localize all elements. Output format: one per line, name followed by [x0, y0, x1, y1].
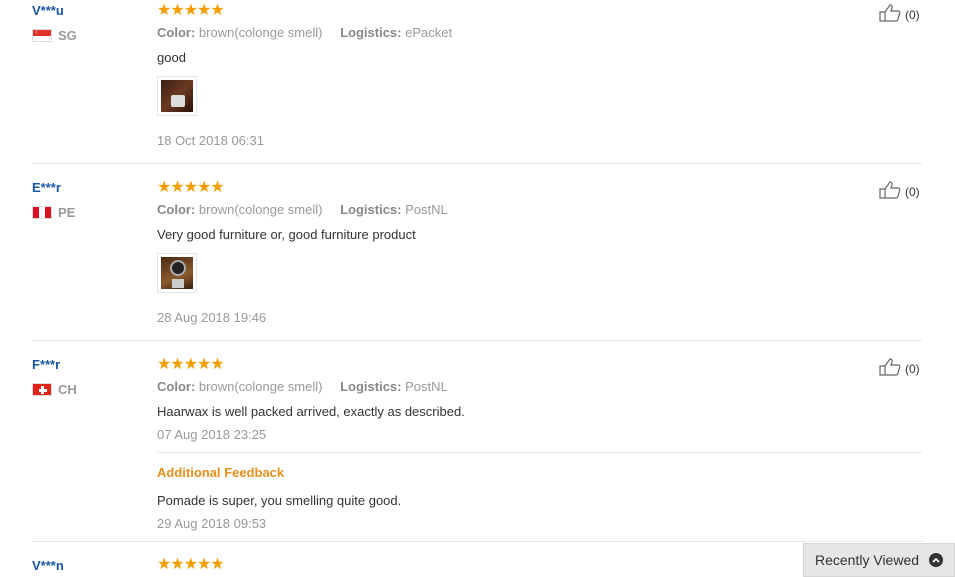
divider — [32, 541, 922, 542]
review-text: good — [157, 50, 186, 65]
helpful-count: (0) — [905, 184, 920, 199]
flag-sg-icon: ☾ — [32, 29, 52, 42]
logistics-label: Logistics: — [340, 379, 402, 394]
review-date: 07 Aug 2018 23:25 — [157, 427, 267, 442]
chevron-up-icon — [929, 553, 944, 567]
reviewer-country: CH — [32, 382, 77, 397]
flag-ch-icon — [32, 383, 52, 396]
divider — [32, 163, 922, 164]
thumbs-up-icon — [879, 358, 903, 379]
review-date: 28 Aug 2018 19:46 — [157, 310, 267, 325]
reviewer-country: PE — [32, 205, 75, 220]
logistics-value: PostNL — [405, 202, 448, 217]
review-text: Haarwax is well packed arrived, exactly … — [157, 404, 465, 419]
country-code: SG — [58, 28, 77, 43]
review-photo[interactable] — [157, 76, 197, 116]
logistics-value: ePacket — [405, 25, 453, 40]
color-value: brown(colonge smell) — [198, 379, 323, 394]
review-meta: Color: brown(colonge smell) Logistics: P… — [157, 379, 448, 394]
logistics-label: Logistics: — [340, 202, 402, 217]
reviewer-name[interactable]: F***r — [32, 357, 60, 372]
helpful-count: (0) — [905, 7, 920, 22]
reviewer-country: ☾ SG — [32, 28, 77, 43]
flag-pe-icon — [32, 206, 52, 219]
helpful-button[interactable]: (0) — [879, 4, 920, 25]
color-value: brown(colonge smell) — [198, 202, 323, 217]
thumbs-up-icon — [879, 181, 903, 202]
additional-feedback-text: Pomade is super, you smelling quite good… — [157, 493, 402, 508]
thumbs-up-icon — [879, 4, 903, 25]
star-rating: ★★★★★ — [157, 556, 225, 573]
reviewer-name[interactable]: E***r — [32, 180, 61, 195]
color-label: Color: — [157, 25, 196, 40]
helpful-count: (0) — [905, 361, 920, 376]
star-rating: ★★★★★ — [157, 356, 225, 373]
reviewer-name[interactable]: V***n — [32, 558, 64, 573]
review-photo[interactable] — [157, 253, 197, 293]
helpful-button[interactable]: (0) — [879, 358, 920, 379]
recently-viewed-button[interactable]: Recently Viewed — [803, 543, 955, 577]
color-label: Color: — [157, 202, 196, 217]
logistics-value: PostNL — [405, 379, 448, 394]
review-date: 18 Oct 2018 06:31 — [157, 133, 264, 148]
logistics-label: Logistics: — [340, 25, 402, 40]
reviewer-name[interactable]: V***u — [32, 3, 64, 18]
additional-feedback-date: 29 Aug 2018 09:53 — [157, 516, 267, 531]
review-meta: Color: brown(colonge smell) Logistics: e… — [157, 25, 452, 40]
star-rating: ★★★★★ — [157, 179, 225, 196]
recently-viewed-label: Recently Viewed — [815, 552, 920, 568]
additional-feedback-title: Additional Feedback — [157, 465, 285, 480]
review-text: Very good furniture or, good furniture p… — [157, 227, 416, 242]
color-value: brown(colonge smell) — [198, 25, 323, 40]
color-label: Color: — [157, 379, 196, 394]
feedback-divider — [157, 452, 922, 453]
country-code: CH — [58, 382, 77, 397]
country-code: PE — [58, 205, 76, 220]
divider — [32, 340, 922, 341]
star-rating: ★★★★★ — [157, 2, 225, 19]
helpful-button[interactable]: (0) — [879, 181, 920, 202]
review-meta: Color: brown(colonge smell) Logistics: P… — [157, 202, 448, 217]
